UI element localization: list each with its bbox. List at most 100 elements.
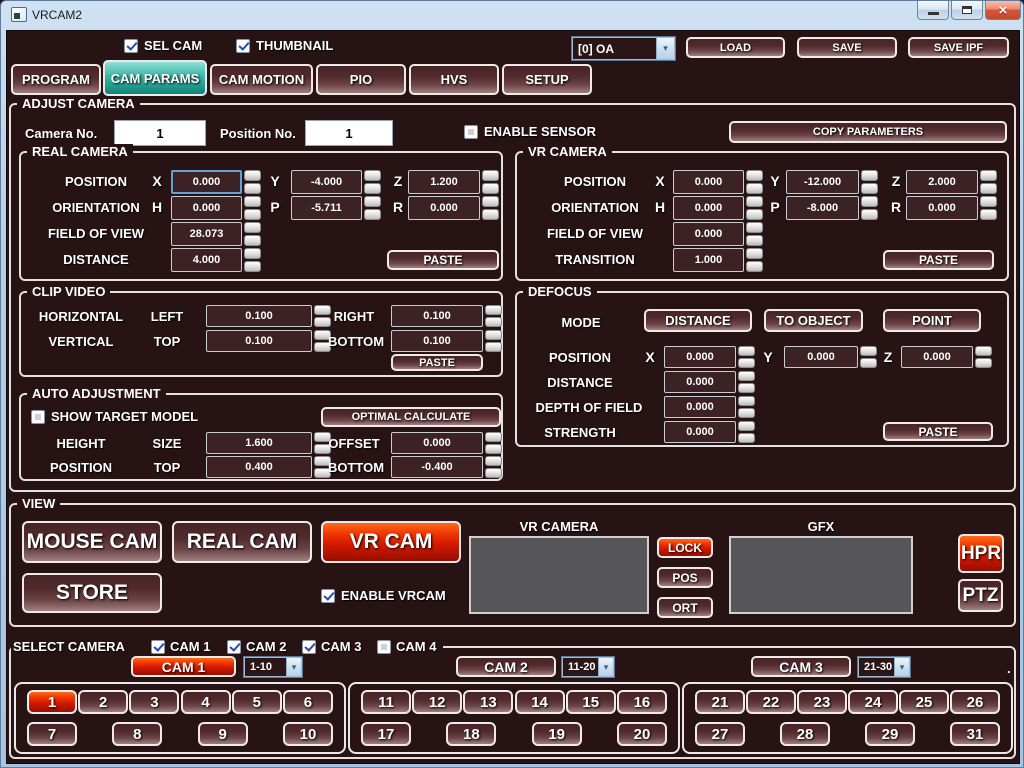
- cam1-range-dropdown[interactable]: 1-10 ▾: [244, 657, 302, 677]
- clip-left-input[interactable]: 0.100: [206, 305, 312, 327]
- vr-orientation-h-input[interactable]: 0.000: [673, 196, 744, 220]
- vr-cam-button[interactable]: VR CAM: [321, 521, 461, 563]
- defocus-depth-of-field-spinner[interactable]: [738, 396, 755, 418]
- camera-number-button[interactable]: 29: [865, 722, 915, 746]
- copy-parameters-button[interactable]: COPY PARAMETERS: [729, 121, 1007, 143]
- pos-button[interactable]: POS: [657, 567, 713, 588]
- defocus-strength-input[interactable]: 0.000: [664, 421, 736, 443]
- camera-number-button[interactable]: 7: [27, 722, 77, 746]
- clip-top-input[interactable]: 0.100: [206, 330, 312, 352]
- vr-position-x-input[interactable]: 0.000: [673, 170, 744, 194]
- real-position-y-input[interactable]: -4.000: [291, 170, 362, 194]
- tab-pio[interactable]: PIO: [316, 64, 406, 95]
- real-fov-input[interactable]: 28.073: [171, 222, 242, 246]
- camera-number-button[interactable]: 17: [361, 722, 411, 746]
- defocus-mode-point-button[interactable]: POINT: [883, 309, 981, 332]
- defocus-mode-to-object-button[interactable]: TO OBJECT: [764, 309, 863, 332]
- real-position-z-spinner[interactable]: [482, 170, 499, 194]
- vr-orientation-p-input[interactable]: -8.000: [786, 196, 859, 220]
- real-orientation-h-spinner[interactable]: [244, 196, 261, 220]
- load-button[interactable]: LOAD: [686, 37, 785, 58]
- show-target-model-checkbox[interactable]: [31, 410, 45, 424]
- camera-number-button[interactable]: 18: [446, 722, 496, 746]
- camera-number-button[interactable]: 27: [695, 722, 745, 746]
- camera-number-button[interactable]: 23: [797, 690, 847, 714]
- vr-position-y-spinner[interactable]: [861, 170, 878, 194]
- camera-no-input[interactable]: 1: [114, 120, 206, 146]
- defocus-position-x-input[interactable]: 0.000: [664, 346, 736, 368]
- vr-position-z-spinner[interactable]: [980, 170, 997, 194]
- ptz-button[interactable]: PTZ: [958, 579, 1003, 612]
- auto-size-input[interactable]: 1.600: [206, 432, 312, 454]
- clip-paste-button[interactable]: PASTE: [391, 354, 483, 371]
- vr-orientation-h-spinner[interactable]: [746, 196, 763, 220]
- camera-number-button[interactable]: 2: [78, 690, 128, 714]
- camera-number-button[interactable]: 8: [112, 722, 162, 746]
- vr-paste-button[interactable]: PASTE: [883, 250, 994, 270]
- camera-number-button[interactable]: 15: [566, 690, 616, 714]
- camera-number-button[interactable]: 24: [848, 690, 898, 714]
- clip-right-spinner[interactable]: [485, 305, 502, 327]
- cam2-range-dropdown[interactable]: 11-20 ▾: [562, 657, 614, 677]
- defocus-position-x-spinner[interactable]: [738, 346, 755, 368]
- vr-fov-spinner[interactable]: [746, 222, 763, 246]
- tab-setup[interactable]: SETUP: [502, 64, 592, 95]
- camera-number-button[interactable]: 22: [746, 690, 796, 714]
- store-button[interactable]: STORE: [22, 573, 162, 613]
- real-position-y-spinner[interactable]: [364, 170, 381, 194]
- position-no-input[interactable]: 1: [305, 120, 393, 146]
- real-orientation-r-input[interactable]: 0.000: [408, 196, 480, 220]
- camera-number-button[interactable]: 26: [950, 690, 1000, 714]
- chevron-down-icon[interactable]: ▾: [656, 38, 674, 59]
- tab-hvs[interactable]: HVS: [409, 64, 499, 95]
- title-bar[interactable]: VRCAM2 ×: [1, 1, 1024, 30]
- auto-offset-spinner[interactable]: [485, 432, 502, 454]
- camera-number-button[interactable]: 9: [198, 722, 248, 746]
- real-distance-input[interactable]: 4.000: [171, 248, 242, 272]
- cam3-checkbox[interactable]: [302, 640, 316, 654]
- vr-orientation-r-input[interactable]: 0.000: [906, 196, 978, 220]
- auto-bottom-input[interactable]: -0.400: [391, 456, 483, 478]
- camera-number-button[interactable]: 13: [463, 690, 513, 714]
- real-position-x-input[interactable]: 0.000: [171, 170, 242, 194]
- camera-number-button[interactable]: 31: [950, 722, 1000, 746]
- auto-top-input[interactable]: 0.400: [206, 456, 312, 478]
- real-orientation-p-spinner[interactable]: [364, 196, 381, 220]
- camera-number-button[interactable]: 21: [695, 690, 745, 714]
- camera-number-button[interactable]: 1: [27, 690, 77, 714]
- cam3-range-dropdown[interactable]: 21-30 ▾: [858, 657, 910, 677]
- chevron-down-icon[interactable]: ▾: [894, 658, 909, 676]
- sel-cam-checkbox[interactable]: [124, 39, 138, 53]
- vr-orientation-p-spinner[interactable]: [861, 196, 878, 220]
- defocus-position-y-spinner[interactable]: [860, 346, 877, 368]
- enable-vrcam-checkbox[interactable]: [321, 589, 335, 603]
- vr-fov-input[interactable]: 0.000: [673, 222, 744, 246]
- camera-number-button[interactable]: 16: [617, 690, 667, 714]
- close-button[interactable]: ×: [985, 1, 1021, 20]
- defocus-position-z-input[interactable]: 0.000: [901, 346, 973, 368]
- defocus-distance-input[interactable]: 0.000: [664, 371, 736, 393]
- camera-number-button[interactable]: 6: [283, 690, 333, 714]
- cam3-bank-button[interactable]: CAM 3: [751, 656, 851, 677]
- clip-right-input[interactable]: 0.100: [391, 305, 483, 327]
- defocus-paste-button[interactable]: PASTE: [883, 422, 993, 441]
- tab-cam-motion[interactable]: CAM MOTION: [210, 64, 313, 95]
- real-fov-spinner[interactable]: [244, 222, 261, 246]
- camera-number-button[interactable]: 28: [780, 722, 830, 746]
- ort-button[interactable]: ORT: [657, 597, 713, 618]
- real-paste-button[interactable]: PASTE: [387, 250, 499, 270]
- cam2-bank-button[interactable]: CAM 2: [456, 656, 556, 677]
- defocus-distance-spinner[interactable]: [738, 371, 755, 393]
- auto-offset-input[interactable]: 0.000: [391, 432, 483, 454]
- real-position-x-spinner[interactable]: [244, 170, 261, 194]
- cam1-bank-button[interactable]: CAM 1: [131, 656, 236, 677]
- vr-position-x-spinner[interactable]: [746, 170, 763, 194]
- vr-position-y-input[interactable]: -12.000: [786, 170, 859, 194]
- defocus-position-y-input[interactable]: 0.000: [784, 346, 858, 368]
- defocus-position-z-spinner[interactable]: [975, 346, 992, 368]
- mouse-cam-button[interactable]: MOUSE CAM: [22, 521, 162, 563]
- tab-program[interactable]: PROGRAM: [11, 64, 101, 95]
- real-orientation-r-spinner[interactable]: [482, 196, 499, 220]
- minimize-button[interactable]: [917, 1, 949, 20]
- clip-bottom-input[interactable]: 0.100: [391, 330, 483, 352]
